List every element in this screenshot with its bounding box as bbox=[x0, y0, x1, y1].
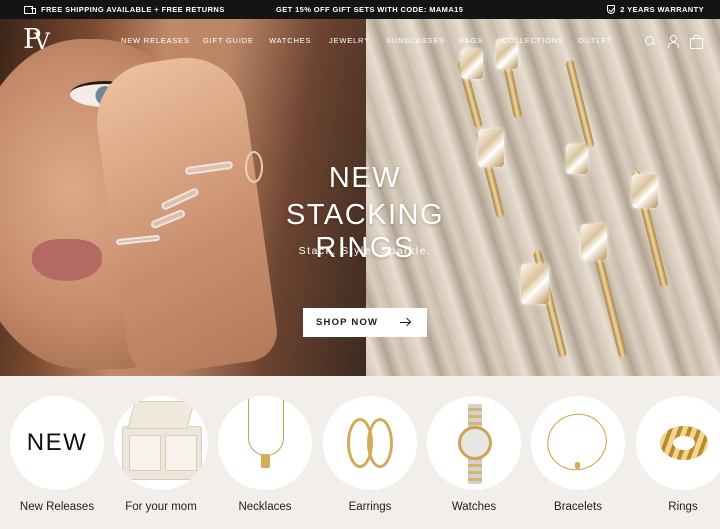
gift-box-icon bbox=[114, 396, 208, 490]
nav-item-watches[interactable]: WATCHES bbox=[269, 36, 311, 45]
category-image: NEW bbox=[10, 396, 104, 490]
new-text-icon: NEW bbox=[26, 429, 88, 456]
category-label: Bracelets bbox=[554, 501, 602, 513]
announcement-bar: FREE SHIPPING AVAILABLE + FREE RETURNS G… bbox=[0, 0, 720, 19]
category-earrings[interactable]: Earrings bbox=[322, 396, 418, 513]
nav-item-sunglasses[interactable]: SUNGLASSES bbox=[386, 36, 445, 45]
watch-icon bbox=[427, 396, 521, 490]
hoop-earrings-icon bbox=[323, 396, 417, 490]
announcement-warranty: 2 YEARS WARRANTY bbox=[607, 0, 704, 19]
hero-banner[interactable]: NEW STACKING RINGS Stack. Style. Sparkle… bbox=[0, 19, 720, 376]
header-icons bbox=[644, 35, 703, 49]
arrow-right-icon bbox=[400, 322, 410, 323]
category-label: For your mom bbox=[125, 501, 197, 513]
category-label: New Releases bbox=[19, 501, 95, 513]
hero-title-line1: NEW bbox=[328, 162, 402, 194]
nav-item-new-releases[interactable]: NEW RELEASES bbox=[121, 36, 190, 45]
announcement-promo[interactable]: GET 15% OFF GIFT SETS WITH CODE: MAMA15 bbox=[276, 0, 463, 19]
category-bracelets[interactable]: Bracelets bbox=[530, 396, 626, 513]
necklace-icon bbox=[218, 396, 312, 490]
main-nav: NEW RELEASES GIFT GUIDE WATCHES JEWELRY … bbox=[0, 36, 720, 48]
cart-bag-icon[interactable] bbox=[690, 35, 703, 49]
nav-item-jewelry[interactable]: JEWELRY bbox=[329, 36, 370, 45]
category-carousel: NEW New Releases For your mom Necklaces … bbox=[0, 376, 720, 529]
category-watches[interactable]: Watches bbox=[426, 396, 522, 513]
announcement-warranty-text: 2 YEARS WARRANTY bbox=[620, 5, 704, 14]
nav-item-collections[interactable]: COLLECTIONS bbox=[502, 36, 564, 45]
announcement-promo-text[interactable]: GET 15% OFF GIFT SETS WITH CODE: MAMA15 bbox=[276, 5, 463, 14]
category-rings[interactable]: Rings bbox=[635, 396, 720, 513]
category-label: Necklaces bbox=[238, 501, 292, 513]
nav-item-gift-guide[interactable]: GIFT GUIDE bbox=[203, 36, 254, 45]
truck-icon bbox=[24, 5, 36, 14]
announcement-shipping-text: FREE SHIPPING AVAILABLE + FREE RETURNS bbox=[41, 5, 225, 14]
announcement-shipping: FREE SHIPPING AVAILABLE + FREE RETURNS bbox=[24, 0, 225, 19]
shop-now-button[interactable]: SHOP NOW bbox=[303, 308, 427, 337]
shield-icon bbox=[607, 5, 616, 14]
account-icon[interactable] bbox=[667, 35, 679, 48]
category-label: Earrings bbox=[348, 501, 392, 513]
search-icon[interactable] bbox=[644, 35, 656, 47]
hero-subtitle: Stack. Style. Sparkle. bbox=[298, 245, 432, 257]
nav-item-outlet[interactable]: OUTLET bbox=[578, 36, 612, 45]
ring-icon bbox=[636, 396, 720, 490]
category-for-your-mom[interactable]: For your mom bbox=[113, 396, 209, 513]
nav-item-bags[interactable]: BAGS bbox=[459, 36, 483, 45]
category-label: Watches bbox=[451, 501, 497, 513]
category-necklaces[interactable]: Necklaces bbox=[217, 396, 313, 513]
bracelet-icon bbox=[531, 396, 625, 490]
category-new-releases[interactable]: NEW New Releases bbox=[9, 396, 105, 513]
category-label: Rings bbox=[668, 501, 698, 513]
shop-now-label: SHOP NOW bbox=[316, 317, 379, 328]
